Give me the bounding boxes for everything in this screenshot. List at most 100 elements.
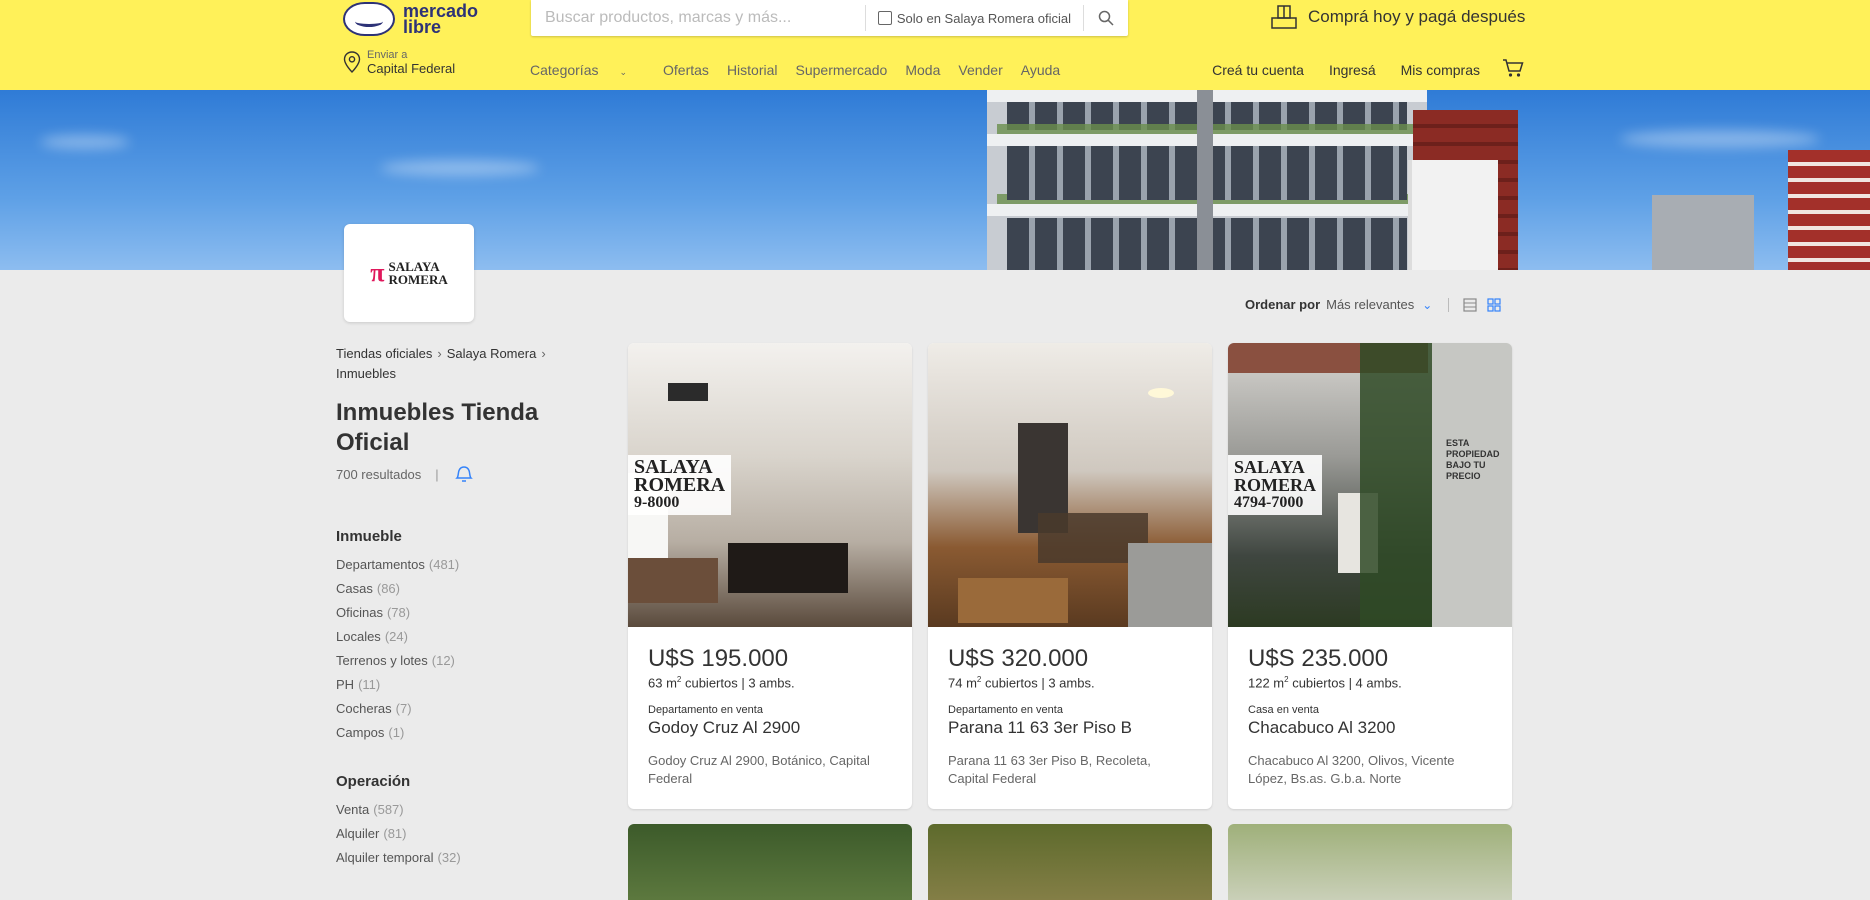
header: mercado libre Solo en Salaya Romera ofic… <box>0 0 1870 90</box>
listing-type: Departamento en venta <box>948 704 1063 717</box>
store-logo[interactable]: π SALAYA ROMERA <box>344 224 474 322</box>
filter-title: Inmueble <box>336 528 402 545</box>
listing-price: U$S 235.000 <box>1248 645 1389 672</box>
search-input[interactable] <box>531 0 865 36</box>
listing-address: Godoy Cruz Al 2900, Botánico, Capital Fe… <box>648 753 870 787</box>
filter-item[interactable]: Terrenos y lotes (12) <box>336 653 566 677</box>
nav-categorias[interactable]: Categorías ⌄ <box>530 62 645 78</box>
listing-card-partial[interactable] <box>928 824 1212 900</box>
store-logo-mark: π <box>370 258 385 287</box>
login-link[interactable]: Ingresá <box>1329 62 1376 78</box>
sort-dropdown[interactable]: Más relevantes <box>1326 297 1414 312</box>
list-view-icon[interactable] <box>1463 297 1477 312</box>
store-banner-image <box>0 90 1870 270</box>
ceiling-light <box>1148 388 1174 398</box>
delivery-location[interactable]: Enviar a Capital Federal <box>343 48 455 76</box>
banner-building <box>1408 160 1498 270</box>
search-scope-label: Solo en Salaya Romera oficial <box>896 10 1071 26</box>
results-count: 700 resultados <box>336 466 422 482</box>
listing-card-partial[interactable] <box>1228 824 1512 900</box>
nav-historial[interactable]: Historial <box>727 62 778 78</box>
promo-icon <box>1271 5 1297 29</box>
filter-item[interactable]: Locales (24) <box>336 629 566 653</box>
listing-type: Casa en venta <box>1248 704 1319 717</box>
location-pin-icon <box>343 51 361 73</box>
promo-banner[interactable]: Comprá hoy y pagá después <box>1270 4 1525 30</box>
search-scope-checkbox[interactable] <box>877 11 892 25</box>
breadcrumb-item[interactable]: Inmuebles <box>336 366 396 381</box>
filter-item[interactable]: Alquiler (81) <box>336 826 566 850</box>
listing-card[interactable]: U$S 320.000 74 m2 cubiertos | 3 ambs. De… <box>928 343 1212 809</box>
listing-photo <box>928 343 1212 627</box>
nav-vender[interactable]: Vender <box>958 62 1002 78</box>
grid-view-icon[interactable] <box>1487 297 1501 312</box>
filter-group-inmueble: Inmueble Departamentos (481) Casas (86) Of… <box>336 528 566 749</box>
page-title: Inmuebles Tienda Oficial <box>336 399 539 456</box>
tree <box>1360 343 1432 627</box>
logo-text-2: libre <box>403 17 442 37</box>
filter-item[interactable]: Cocheras (7) <box>336 701 566 725</box>
listing-title[interactable]: Godoy Cruz Al 2900 <box>648 718 892 738</box>
listing-price: U$S 320.000 <box>948 645 1089 672</box>
cart-icon[interactable] <box>1502 58 1524 78</box>
armchair <box>1128 543 1212 627</box>
banner-cloud <box>380 160 540 176</box>
breadcrumb: Tiendas oficiales › Salaya Romera › Inmuebl… <box>336 344 566 384</box>
filter-group-operacion: Operación Venta (587) Alquiler (81) Alquil… <box>336 773 566 874</box>
search-scope-option[interactable]: Solo en Salaya Romera oficial <box>864 5 1084 31</box>
banner-building <box>1652 195 1754 270</box>
store-logo-line2: ROMERA <box>388 272 448 287</box>
chevron-down-icon[interactable]: ⌄ <box>1422 298 1432 312</box>
nav-supermercado[interactable]: Supermercado <box>796 62 888 78</box>
create-account-link[interactable]: Creá tu cuenta <box>1212 62 1304 78</box>
filter-item[interactable]: Oficinas (78) <box>336 605 566 629</box>
listing-watermark: SALAYA ROMERA 4794-7000 <box>1228 455 1322 515</box>
filter-item[interactable]: Campos (1) <box>336 725 566 749</box>
listing-watermark: SALAYA ROMERA 9-8000 <box>628 455 732 515</box>
sofa <box>628 558 718 603</box>
ceiling-lamp <box>668 383 708 401</box>
chevron-right-icon: › <box>541 346 546 361</box>
promo-text: Comprá hoy y pagá después <box>1308 7 1526 26</box>
filter-item[interactable]: Venta (587) <box>336 802 566 826</box>
sort-control: Ordenar por Más relevantes ⌄ <box>1245 297 1501 312</box>
search-button[interactable] <box>1084 0 1128 36</box>
listing-address: Chacabuco Al 3200, Olivos, Vicente López… <box>1248 753 1455 787</box>
mercadolibre-logo[interactable]: mercado libre <box>343 0 483 38</box>
for-sale-sign: ESTA PROPIEDAD BAJO TU PRECIO <box>1432 343 1512 627</box>
listing-price: U$S 195.000 <box>648 645 789 672</box>
listing-type: Departamento en venta <box>648 704 763 717</box>
breadcrumb-item[interactable]: Salaya Romera <box>447 346 537 361</box>
filter-item[interactable]: Departamentos (481) <box>336 557 566 581</box>
main-nav: Categorías ⌄ Ofertas Historial Supermerca… <box>530 62 1078 78</box>
bell-icon[interactable] <box>453 465 475 483</box>
banner-cloud <box>40 135 130 149</box>
user-nav: Creá tu cuenta Ingresá Mis compras <box>1187 59 1524 78</box>
nav-ayuda[interactable]: Ayuda <box>1021 62 1060 78</box>
handshake-logo-icon <box>343 2 395 36</box>
filter-item[interactable]: PH (11) <box>336 677 566 701</box>
nav-moda[interactable]: Moda <box>905 62 940 78</box>
filter-item[interactable]: Casas (86) <box>336 581 566 605</box>
search-bar: Solo en Salaya Romera oficial <box>531 0 1128 36</box>
my-purchases-link[interactable]: Mis compras <box>1401 62 1480 78</box>
listing-address: Parana 11 63 3er Piso B, Recoleta, Capit… <box>948 753 1151 787</box>
listing-title[interactable]: Chacabuco Al 3200 <box>1248 718 1492 738</box>
wood-bench <box>958 578 1068 623</box>
listing-attributes: 63 m2 cubiertos | 3 ambs. <box>648 675 795 691</box>
listing-title[interactable]: Parana 11 63 3er Piso B <box>948 718 1192 738</box>
location-label: Enviar a <box>367 49 408 61</box>
nav-ofertas[interactable]: Ofertas <box>663 62 709 78</box>
filter-item[interactable]: Alquiler temporal (32) <box>336 850 566 874</box>
listing-card-partial[interactable] <box>628 824 912 900</box>
chevron-down-icon: ⌄ <box>619 67 628 77</box>
listing-attributes: 122 m2 cubiertos | 4 ambs. <box>1248 675 1402 691</box>
banner-cloud <box>1620 130 1820 148</box>
listing-card[interactable]: ESTA PROPIEDAD BAJO TU PRECIO SALAYA ROM… <box>1228 343 1512 809</box>
chevron-right-icon: › <box>437 346 442 361</box>
location-value: Capital Federal <box>367 61 456 76</box>
sort-label: Ordenar por <box>1245 297 1321 312</box>
listing-photo: ESTA PROPIEDAD BAJO TU PRECIO SALAYA ROM… <box>1228 343 1512 627</box>
breadcrumb-item[interactable]: Tiendas oficiales <box>336 346 432 361</box>
listing-card[interactable]: SALAYA ROMERA 9-8000 U$S 195.000 63 m2 c… <box>628 343 912 809</box>
